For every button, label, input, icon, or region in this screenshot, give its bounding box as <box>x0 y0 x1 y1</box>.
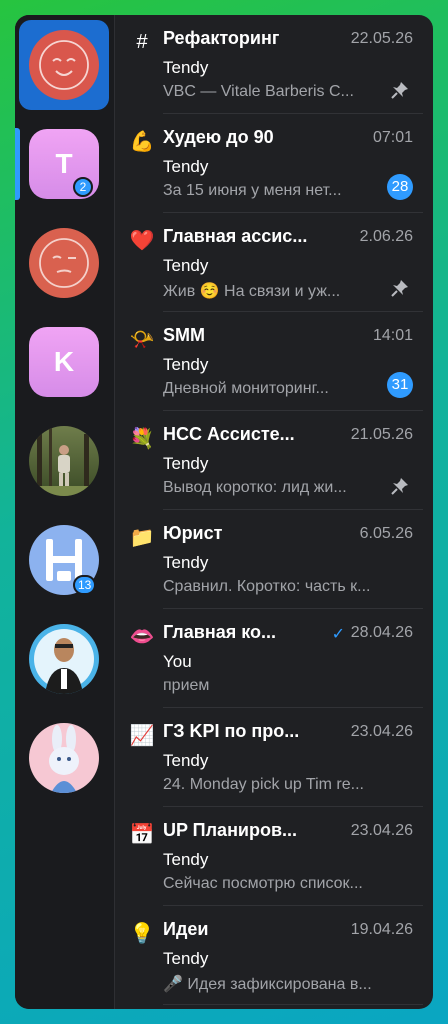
chat-preview: Жив ☺️ На связи и уж... <box>163 283 341 300</box>
sidebar-item-forest-photo[interactable] <box>19 416 109 506</box>
chat-sender: Tendy <box>163 58 209 77</box>
pin-icon <box>391 477 409 495</box>
unread-count-badge: 31 <box>387 372 413 398</box>
sidebar-item-t[interactable]: T 2 <box>19 119 109 209</box>
avatar <box>29 624 99 694</box>
chat-sender: Tendy <box>163 157 209 176</box>
chat-emoji-icon: 💡 <box>129 922 155 945</box>
sidebar-item-logo[interactable]: 13 <box>19 515 109 605</box>
unread-badge: 13 <box>73 575 97 595</box>
character-icon <box>34 629 94 694</box>
chat-sender: Tendy <box>163 256 209 275</box>
chat-title: Идеи <box>163 919 209 939</box>
thinking-face-icon <box>39 238 89 288</box>
chat-date: 6.05.26 <box>359 525 413 542</box>
bunny-icon <box>49 725 79 793</box>
chat-sender: Tendy <box>163 454 209 473</box>
chat-title: Главная ассис... <box>163 226 308 246</box>
pin-icon <box>391 279 409 297</box>
read-check-icon: ✓ <box>331 626 345 643</box>
chat-row[interactable]: ❤️ Главная ассис... 2.06.26 Tendy Жив ☺️ На … <box>115 213 433 312</box>
chat-preview: Дневной мониторинг... <box>163 380 329 397</box>
unread-count-badge: 28 <box>387 174 413 200</box>
chat-row[interactable]: 📅 UP Планиров... 23.04.26 Tendy Сейчас посмо… <box>115 807 433 906</box>
chat-title: SMM <box>163 325 205 345</box>
chat-emoji-icon: # <box>136 30 148 53</box>
chat-emoji-icon: 📁 <box>129 526 155 549</box>
chat-emoji-icon: 💪 <box>129 130 155 153</box>
chat-title: Главная ко... <box>163 622 276 642</box>
chat-title: UP Планиров... <box>163 820 298 840</box>
chat-row[interactable]: 💪 Худею до 90 07:01 Tendy За 15 июня у меня … <box>115 114 433 213</box>
chat-preview: Сравнил. Коротко: часть к... <box>163 578 371 595</box>
chat-list: # Рефакторинг 22.05.26 Tendy VBC — Vitale Ba… <box>115 15 433 1009</box>
chat-title: Юрист <box>163 523 223 543</box>
chat-row[interactable]: 📁 Юрист 6.05.26 Tendy Сравнил. Коротко: част… <box>115 510 433 609</box>
chat-sender: Tendy <box>163 751 209 770</box>
avatar: K <box>29 327 99 397</box>
avatar <box>29 30 99 100</box>
chat-date: 2.06.26 <box>359 228 413 245</box>
app-window: T 2 K 13 # Рефакторинг 22.05.26 Tendy VB… <box>15 15 433 1009</box>
chat-emoji-icon: 📈 <box>129 724 155 747</box>
chat-emoji-icon: 👄 <box>129 625 155 648</box>
sidebar-item-refactoring[interactable] <box>19 20 109 110</box>
avatar <box>29 426 99 496</box>
sidebar-item-person[interactable] <box>19 614 109 704</box>
chat-emoji-icon: 💐 <box>129 427 155 450</box>
chat-row[interactable]: 💡 Идеи 19.04.26 Tendy 🎤 Идея зафиксирована в… <box>115 906 433 1005</box>
folder-sidebar: T 2 K 13 <box>15 15 115 1009</box>
chat-preview: VBC — Vitale Barberis C... <box>163 83 354 100</box>
chat-row[interactable]: 📈 ГЗ KPI по про... 23.04.26 Tendy 24. Monday… <box>115 708 433 807</box>
chat-emoji-icon: ❤️ <box>129 229 155 252</box>
chat-sender: Tendy <box>163 355 209 374</box>
chat-row[interactable]: # Рефакторинг 22.05.26 Tendy VBC — Vitale Ba… <box>115 15 433 114</box>
forest-photo-icon <box>29 426 99 496</box>
chat-date: 19.04.26 <box>350 921 413 938</box>
chat-title: Худею до 90 <box>163 127 274 147</box>
chat-title: НСС Ассисте... <box>163 424 295 444</box>
chat-emoji-icon: 📯 <box>129 328 155 351</box>
chat-row[interactable]: 💐 НСС Ассисте... 21.05.26 Tendy Вывод коротк… <box>115 411 433 510</box>
chat-sender: You <box>163 652 192 671</box>
chat-preview: 24. Monday pick up Tim re... <box>163 776 364 793</box>
smiling-face-icon <box>39 40 89 90</box>
chat-date: 21.05.26 <box>350 426 413 443</box>
chat-preview: 🎤 Идея зафиксирована в... <box>163 976 372 993</box>
chat-sender: Tendy <box>163 949 209 968</box>
chat-date: 23.04.26 <box>350 723 413 740</box>
chat-sender: Tendy <box>163 850 209 869</box>
chat-preview: Вывод коротко: лид жи... <box>163 479 347 496</box>
chat-preview: Сейчас посмотрю список... <box>163 875 363 892</box>
sidebar-item-bunny[interactable] <box>19 713 109 803</box>
chat-preview: прием <box>163 677 210 694</box>
chat-date: 14:01 <box>372 327 413 344</box>
pin-icon <box>391 81 409 99</box>
chat-date: 23.04.26 <box>350 822 413 839</box>
sidebar-item-k[interactable]: K <box>19 317 109 407</box>
chat-row[interactable]: 👄 Главная ко... ✓ 28.04.26 You прием <box>115 609 433 708</box>
sidebar-item-assistant[interactable] <box>19 218 109 308</box>
unread-badge: 2 <box>73 177 93 197</box>
chat-preview: За 15 июня у меня нет... <box>163 182 342 199</box>
row-divider <box>163 1004 423 1005</box>
avatar <box>29 228 99 298</box>
chat-date: 07:01 <box>372 129 413 146</box>
chat-sender: Tendy <box>163 553 209 572</box>
chat-title: ГЗ KPI по про... <box>163 721 300 741</box>
chat-title: Рефакторинг <box>163 28 280 48</box>
chat-row[interactable]: 📯 SMM 14:01 Tendy Дневной мониторинг... 31 <box>115 312 433 411</box>
avatar <box>29 723 99 793</box>
chat-emoji-icon: 📅 <box>129 823 155 846</box>
chat-date: 28.04.26 <box>350 624 413 641</box>
chat-date: 22.05.26 <box>350 30 413 47</box>
